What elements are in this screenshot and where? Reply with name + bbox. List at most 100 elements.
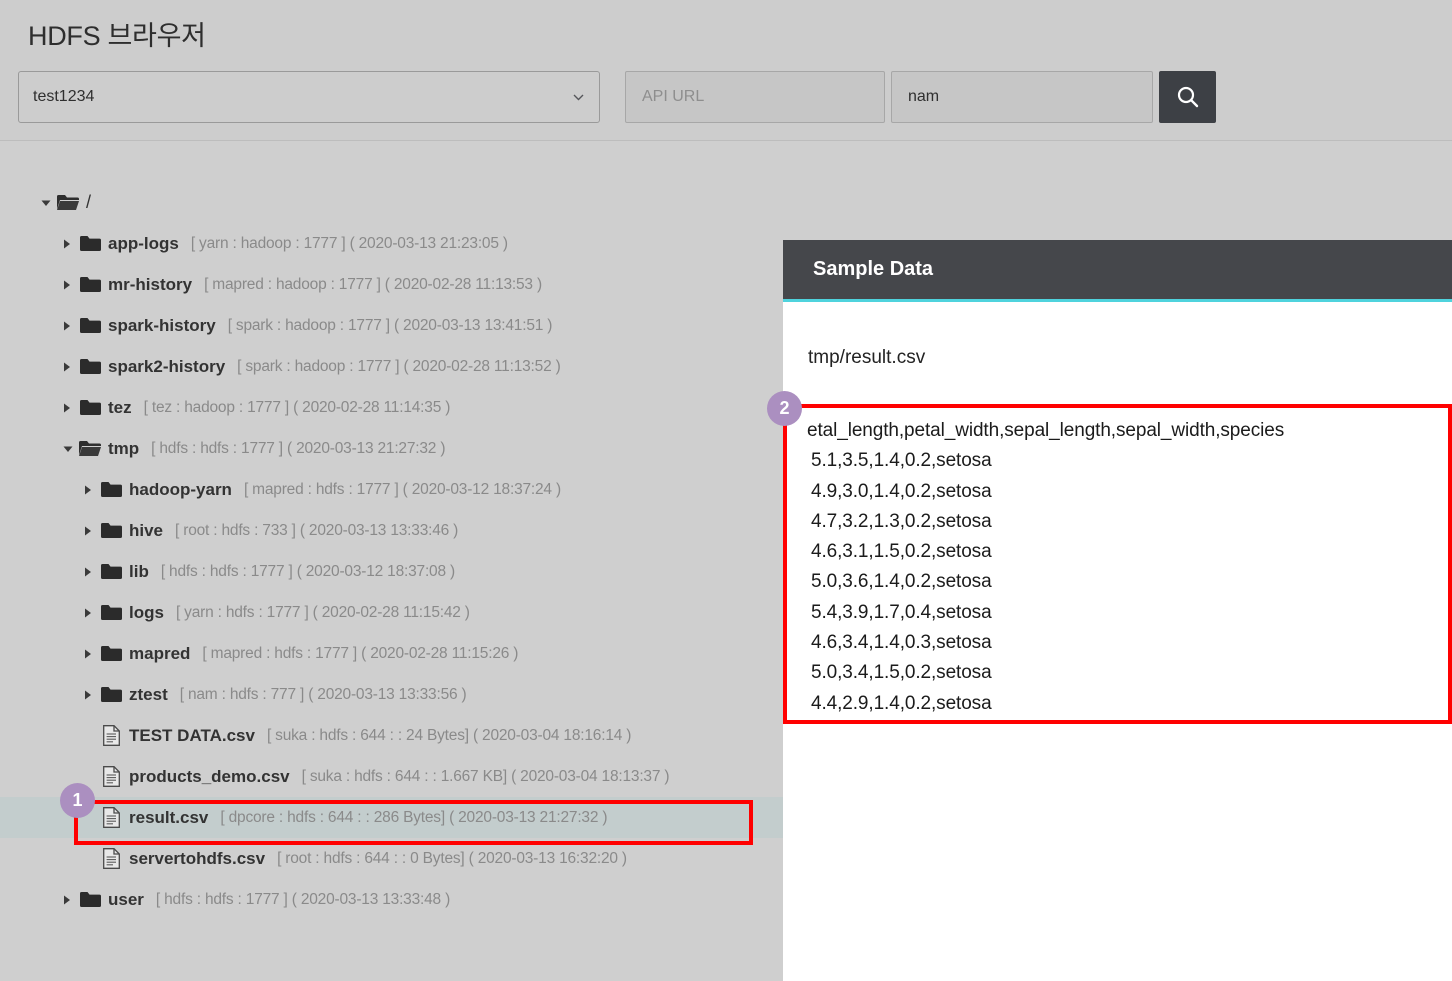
tree-row-meta: [ yarn : hdfs : 1777 ] ( 2020-02-28 11:1… xyxy=(175,603,470,621)
folder-icon xyxy=(78,317,102,334)
folder-icon xyxy=(78,891,102,908)
folder-icon xyxy=(99,686,123,703)
tree-row-servertohdfs-csv[interactable]: servertohdfs.csv [ root : hdfs : 644 : : … xyxy=(0,838,783,879)
annotation-badge-2: 2 xyxy=(767,391,802,426)
caret-right-icon[interactable] xyxy=(62,238,78,250)
toolbar: test1234 API URL nam xyxy=(18,71,1216,123)
tree-row-label: mr-history xyxy=(108,274,193,294)
folder-icon xyxy=(99,522,123,539)
sample-data-panel-header: Sample Data xyxy=(783,240,1452,302)
tree-row-hadoop-yarn[interactable]: hadoop-yarn [ mapred : hdfs : 1777 ] ( 20… xyxy=(0,469,783,510)
tree-row-meta: [ hdfs : hdfs : 1777 ] ( 2020-03-12 18:3… xyxy=(160,562,455,580)
tree-row-meta: [ suka : hdfs : 644 : : 1.667 KB] ( 2020… xyxy=(301,767,670,785)
caret-right-icon[interactable] xyxy=(62,279,78,291)
tree-row-test-data-csv[interactable]: TEST DATA.csv [ suka : hdfs : 644 : : 24 … xyxy=(0,715,783,756)
file-tree[interactable]: / app-logs [ yarn : hadoop : 1777 ] ( 202… xyxy=(0,142,783,981)
tree-row-spark2-history[interactable]: spark2-history [ spark : hadoop : 1777 ] … xyxy=(0,346,783,387)
api-url-input[interactable]: API URL xyxy=(625,71,885,123)
caret-right-icon[interactable] xyxy=(83,689,99,701)
csv-data-line: 4.6,3.4,1.4,0.3,setosa xyxy=(811,632,992,654)
csv-header-line: etal_length,petal_width,sepal_length,sep… xyxy=(807,420,1285,441)
folder-icon xyxy=(78,358,102,375)
folder-icon xyxy=(78,276,102,293)
sample-data-panel: Sample Data tmp/result.csv etal_length,p… xyxy=(783,240,1452,981)
tree-row-tmp[interactable]: tmp [ hdfs : hdfs : 1777 ] ( 2020-03-13 2… xyxy=(0,428,783,469)
sample-data-file-path: tmp/result.csv xyxy=(808,347,926,368)
caret-down-icon[interactable] xyxy=(40,197,56,209)
tree-row-spark-history[interactable]: spark-history [ spark : hadoop : 1777 ] (… xyxy=(0,305,783,346)
csv-data-line: 4.7,3.2,1.3,0.2,setosa xyxy=(811,510,992,532)
folder-open-icon xyxy=(78,440,102,457)
tree-row-app-logs[interactable]: app-logs [ yarn : hadoop : 1777 ] ( 2020-… xyxy=(0,223,783,264)
tree-row-meta: [ nam : hdfs : 777 ] ( 2020-03-13 13:33:… xyxy=(179,685,467,703)
tree-row-tez[interactable]: tez [ tez : hadoop : 1777 ] ( 2020-02-28 … xyxy=(0,387,783,428)
search-button[interactable] xyxy=(1159,71,1216,123)
tree-row-ztest[interactable]: ztest [ nam : hdfs : 777 ] ( 2020-03-13 1… xyxy=(0,674,783,715)
tree-row-hive[interactable]: hive [ root : hdfs : 733 ] ( 2020-03-13 1… xyxy=(0,510,783,551)
folder-icon xyxy=(78,399,102,416)
connection-select[interactable]: test1234 xyxy=(18,71,600,123)
search-input[interactable]: nam xyxy=(891,71,1153,123)
tree-row-lib[interactable]: lib [ hdfs : hdfs : 1777 ] ( 2020-03-12 1… xyxy=(0,551,783,592)
caret-right-icon[interactable] xyxy=(83,484,99,496)
caret-right-icon[interactable] xyxy=(62,320,78,332)
folder-icon xyxy=(78,235,102,252)
tree-row-meta: [ suka : hdfs : 644 : : 24 Bytes] ( 2020… xyxy=(266,726,632,744)
tree-row-meta: [ hdfs : hdfs : 1777 ] ( 2020-03-13 21:2… xyxy=(151,439,446,457)
file-icon xyxy=(99,725,123,746)
tree-row-label: TEST DATA.csv xyxy=(129,725,255,745)
tree-row-label: mapred xyxy=(129,643,191,663)
tree-row-result-csv[interactable]: result.csv [ dpcore : hdfs : 644 : : 286 … xyxy=(0,797,783,838)
caret-right-icon[interactable] xyxy=(83,648,99,660)
tree-row-label: / xyxy=(86,192,92,212)
tree-row-mapred[interactable]: mapred [ mapred : hdfs : 1777 ] ( 2020-02… xyxy=(0,633,783,674)
csv-data-line: 5.0,3.6,1.4,0.2,setosa xyxy=(811,571,992,593)
tree-row-label: app-logs xyxy=(108,233,179,253)
caret-right-icon[interactable] xyxy=(83,566,99,578)
tree-row-root[interactable]: / xyxy=(0,182,783,223)
tree-row-label: servertohdfs.csv xyxy=(129,848,266,868)
tree-row-products-demo-csv[interactable]: products_demo.csv [ suka : hdfs : 644 : :… xyxy=(0,756,783,797)
tree-rows-container: app-logs [ yarn : hadoop : 1777 ] ( 2020-… xyxy=(0,223,783,920)
caret-right-icon[interactable] xyxy=(83,607,99,619)
caret-right-icon[interactable] xyxy=(62,402,78,414)
tree-row-label: spark2-history xyxy=(108,356,226,376)
tree-row-label: lib xyxy=(129,561,149,581)
folder-icon xyxy=(99,563,123,580)
tree-row-label: products_demo.csv xyxy=(129,766,290,786)
csv-data-line: 4.4,2.9,1.4,0.2,setosa xyxy=(811,692,992,714)
app-header: HDFS 브라우저 test1234 API URL nam xyxy=(0,0,1452,141)
csv-data-line: 5.4,3.9,1.7,0.4,setosa xyxy=(811,601,992,623)
tree-row-label: tmp xyxy=(108,438,140,458)
tree-row-mr-history[interactable]: mr-history [ mapred : hadoop : 1777 ] ( 2… xyxy=(0,264,783,305)
tree-row-label: tez xyxy=(108,397,132,417)
csv-preview-area: etal_length,petal_width,sepal_length,sep… xyxy=(783,408,1452,729)
tree-row-label: hadoop-yarn xyxy=(129,479,232,499)
csv-data-line: 4.9,3.0,1.4,0.2,setosa xyxy=(811,480,992,502)
folder-open-icon xyxy=(56,194,80,211)
tree-row-label: result.csv xyxy=(129,807,209,827)
sample-data-title: Sample Data xyxy=(813,258,934,280)
annotation-badge-1: 1 xyxy=(60,783,95,818)
chevron-down-icon xyxy=(572,91,585,104)
tree-row-meta: [ tez : hadoop : 1777 ] ( 2020-02-28 11:… xyxy=(143,398,451,416)
search-input-value: nam xyxy=(908,88,940,105)
caret-right-icon[interactable] xyxy=(62,361,78,373)
tree-row-meta: [ root : hdfs : 733 ] ( 2020-03-13 13:33… xyxy=(175,521,459,539)
tree-row-logs[interactable]: logs [ yarn : hdfs : 1777 ] ( 2020-02-28 … xyxy=(0,592,783,633)
tree-row-meta: [ yarn : hadoop : 1777 ] ( 2020-03-13 21… xyxy=(190,234,508,252)
csv-data-line: 5.0,3.4,1.5,0.2,setosa xyxy=(811,662,992,684)
folder-icon xyxy=(99,604,123,621)
caret-down-icon[interactable] xyxy=(62,443,78,455)
tree-row-user[interactable]: user [ hdfs : hdfs : 1777 ] ( 2020-03-13 … xyxy=(0,879,783,920)
tree-row-meta: [ spark : hadoop : 1777 ] ( 2020-03-13 1… xyxy=(227,316,553,334)
folder-icon xyxy=(99,481,123,498)
csv-data-line: 4.6,3.1,1.5,0.2,setosa xyxy=(811,541,992,563)
hdfs-browser-app: HDFS 브라우저 test1234 API URL nam / app-log… xyxy=(0,0,1452,981)
api-url-placeholder: API URL xyxy=(642,88,705,105)
csv-data-line: 5.1,3.5,1.4,0.2,setosa xyxy=(811,450,992,472)
tree-row-meta: [ dpcore : hdfs : 644 : : 286 Bytes] ( 2… xyxy=(220,808,608,826)
folder-icon xyxy=(99,645,123,662)
caret-right-icon[interactable] xyxy=(83,525,99,537)
caret-right-icon[interactable] xyxy=(62,894,78,906)
